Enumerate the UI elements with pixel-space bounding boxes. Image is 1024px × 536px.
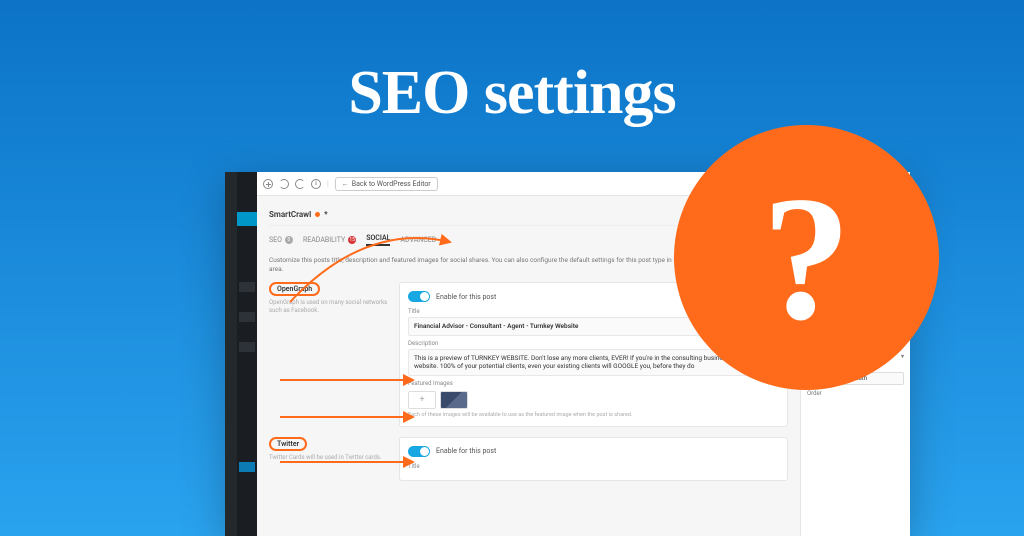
featured-image-thumb[interactable]: [440, 391, 468, 409]
tab-seo[interactable]: SEO0: [269, 234, 293, 246]
opengraph-toggle[interactable]: [408, 291, 430, 302]
wp-admin-bar: [225, 172, 237, 536]
og-images-label: Featured Images: [408, 380, 779, 387]
tab-readability[interactable]: READABILITY15: [303, 234, 356, 246]
twitter-toggle[interactable]: [408, 446, 430, 457]
og-images-helper: Each of these images will be available t…: [408, 412, 779, 418]
redo-icon[interactable]: [295, 179, 305, 189]
add-image-button[interactable]: +: [408, 391, 436, 409]
info-icon[interactable]: i: [311, 179, 321, 189]
status-dot-icon: [315, 212, 320, 217]
twitter-label: Twitter: [269, 437, 307, 451]
opengraph-enable-label: Enable for this post: [436, 293, 496, 301]
add-block-icon[interactable]: [263, 179, 273, 189]
order-label: Order: [807, 390, 904, 397]
wp-side-menu[interactable]: [237, 172, 257, 536]
back-button[interactable]: Back to WordPress Editor: [335, 177, 438, 191]
tw-title-label: Title: [408, 463, 779, 470]
question-circle: ?: [674, 125, 939, 390]
tab-social[interactable]: SOCIAL: [366, 234, 390, 246]
hero-title: SEO settings: [348, 58, 675, 129]
panel-title: SmartCrawl: [269, 210, 311, 219]
twitter-enable-label: Enable for this post: [436, 447, 496, 455]
undo-icon[interactable]: [279, 179, 289, 189]
opengraph-label: OpenGraph: [269, 282, 320, 296]
opengraph-subtext: OpenGraph is used on many social network…: [269, 299, 389, 315]
tab-advanced[interactable]: ADVANCED: [400, 234, 436, 246]
twitter-subtext: Twitter Cards will be used in Twitter ca…: [269, 454, 389, 462]
